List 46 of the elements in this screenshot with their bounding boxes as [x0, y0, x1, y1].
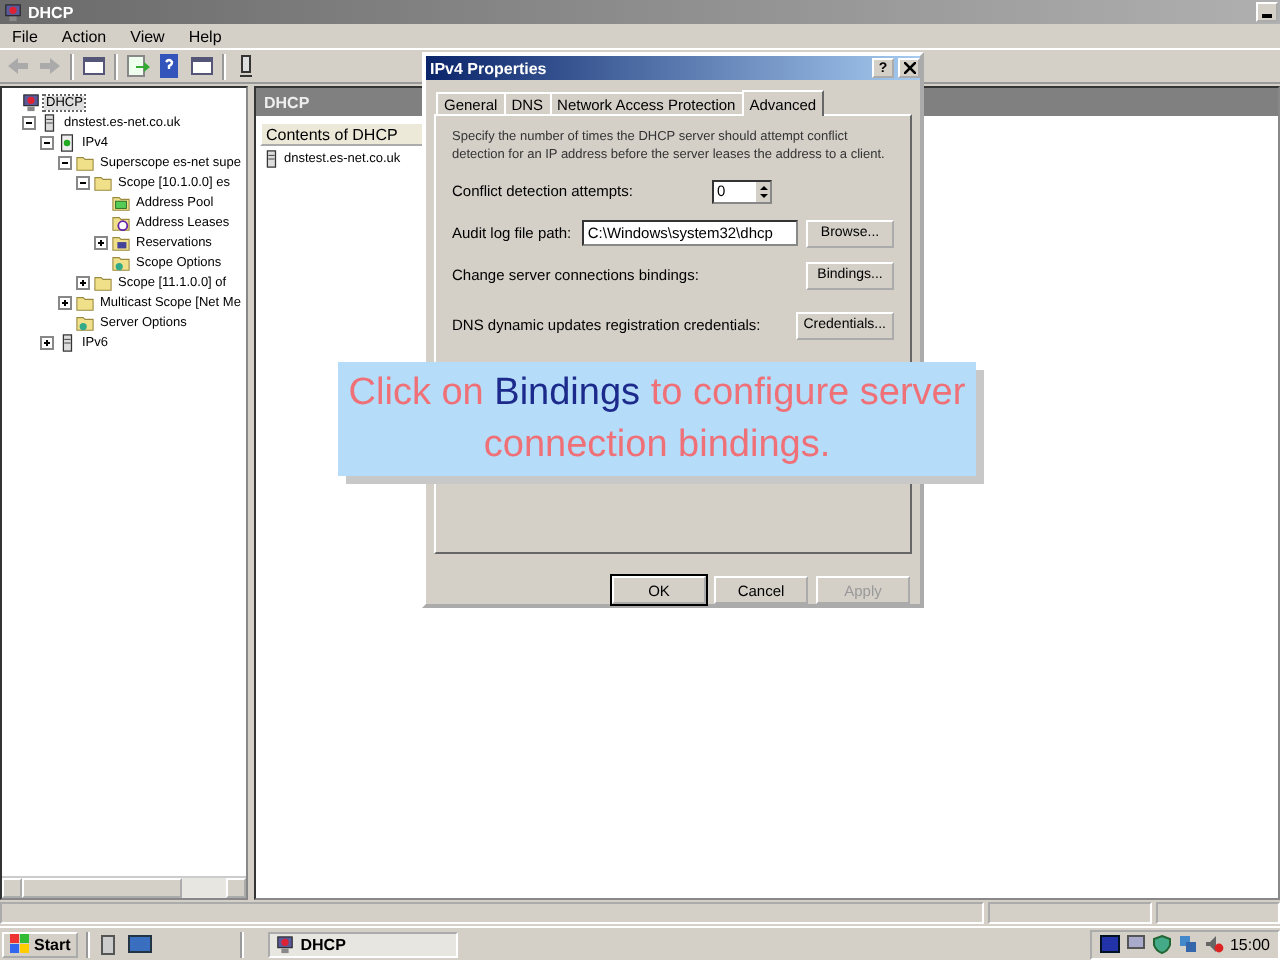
expand-toggle[interactable] [76, 175, 90, 189]
menu-item[interactable]: Action [61, 27, 107, 45]
expand-toggle[interactable] [58, 295, 72, 309]
expand-toggle[interactable] [58, 155, 72, 169]
window-title: DHCP [28, 3, 74, 21]
close-button[interactable] [898, 58, 920, 78]
expand-toggle[interactable] [76, 275, 90, 289]
server-icon[interactable] [234, 54, 258, 78]
export-icon[interactable] [126, 54, 150, 78]
dhcp-icon [276, 935, 295, 953]
clock: 15:00 [1229, 935, 1270, 953]
menu-item[interactable]: View [130, 27, 165, 45]
options-icon [112, 253, 130, 271]
windows-flag-icon [10, 934, 30, 954]
help-icon[interactable] [158, 54, 182, 78]
monitor-icon[interactable] [1125, 934, 1146, 954]
dhcp-icon [4, 3, 22, 21]
minimize-button[interactable] [1256, 2, 1278, 22]
leases-icon [112, 213, 130, 231]
console-icon[interactable] [82, 54, 106, 78]
network-icon[interactable] [1099, 934, 1120, 954]
console-icon[interactable] [190, 54, 214, 78]
options-icon [76, 313, 94, 331]
dhcp-icon [22, 93, 40, 111]
speaker-icon[interactable] [1203, 934, 1224, 954]
expand-toggle[interactable] [22, 115, 36, 129]
pool-icon [112, 193, 130, 211]
desktop-icon[interactable] [128, 933, 153, 955]
taskbar-button[interactable]: DHCP [268, 931, 459, 957]
shield-icon[interactable] [1151, 934, 1172, 954]
network-icon [58, 133, 76, 151]
instruction-callout: Click on Bindings to configure server connection bindings. [338, 362, 976, 476]
menu-item[interactable]: File [12, 27, 38, 45]
reservations-icon [112, 233, 130, 251]
computers-icon[interactable] [1177, 934, 1198, 954]
server-icon [40, 113, 58, 131]
dialog-title: IPv4 Properties [430, 59, 547, 77]
horizontal-scrollbar[interactable] [2, 876, 246, 898]
server-icon [58, 333, 76, 351]
server-manager-icon[interactable] [98, 933, 121, 955]
start-button[interactable]: Start [2, 931, 79, 957]
expand-toggle[interactable] [94, 235, 108, 249]
expand-toggle[interactable] [40, 135, 54, 149]
expand-toggle[interactable] [40, 335, 54, 349]
server-icon [262, 150, 280, 168]
menu-item[interactable]: Help [188, 27, 222, 45]
